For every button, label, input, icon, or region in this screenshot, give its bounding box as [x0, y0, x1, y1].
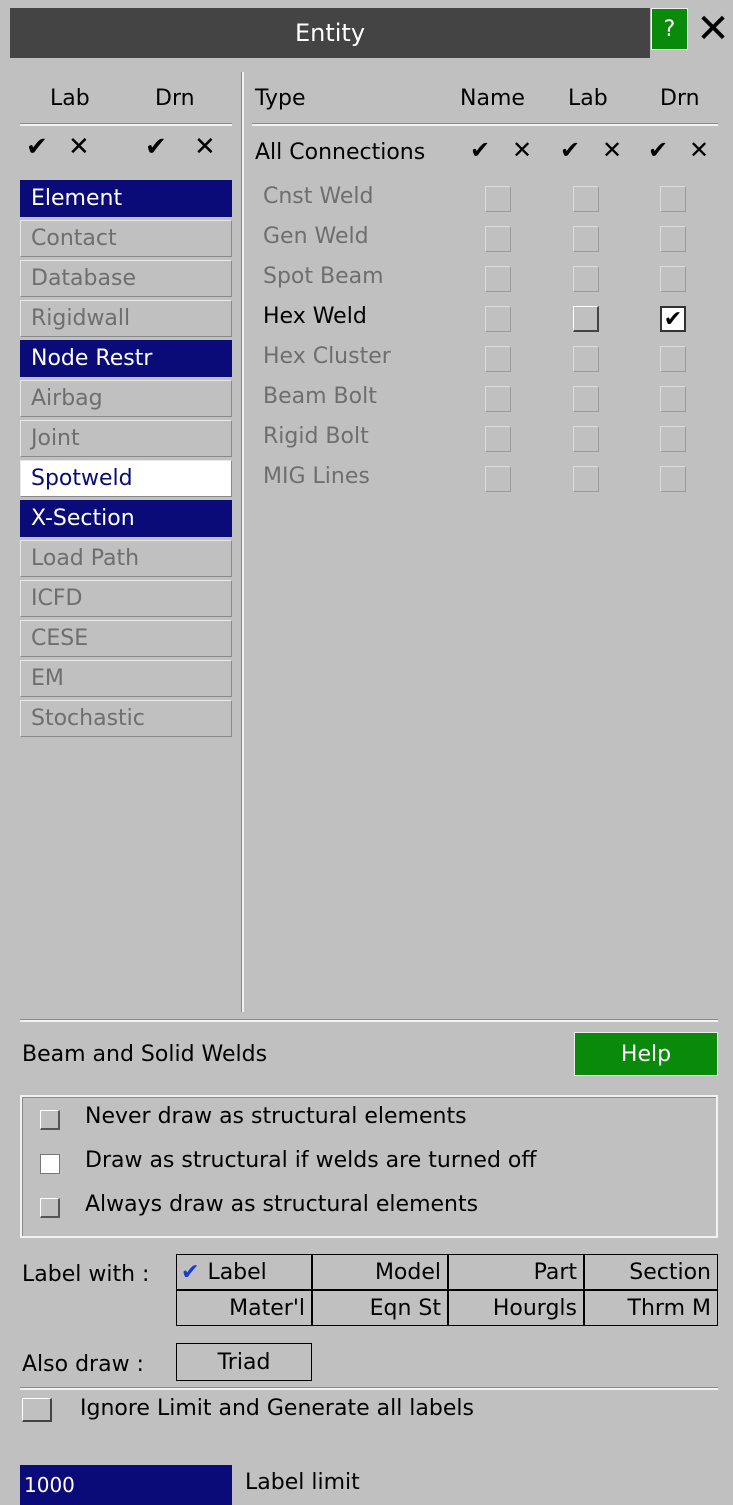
left-header-lab: Lab: [50, 86, 90, 111]
lab-tick-all-button[interactable]: ✔: [26, 132, 50, 162]
entity-item-database[interactable]: Database: [20, 260, 232, 297]
entity-item-element[interactable]: Element: [20, 180, 232, 217]
weld-option-label: Never draw as structural elements: [85, 1104, 467, 1129]
entity-item-rigidwall[interactable]: Rigidwall: [20, 300, 232, 337]
name-cross-all-button[interactable]: ✕: [512, 136, 534, 164]
left-header-divider: [20, 124, 232, 126]
connection-type-label: Spot Beam: [263, 264, 384, 289]
drn-checkbox[interactable]: [660, 266, 686, 292]
lab-checkbox[interactable]: [573, 266, 599, 292]
drn-checkbox[interactable]: [660, 186, 686, 212]
panel-divider: [242, 72, 244, 1012]
welds-section-title: Beam and Solid Welds: [22, 1042, 268, 1067]
name-checkbox[interactable]: [485, 386, 511, 412]
entity-item-x-section[interactable]: X-Section: [20, 500, 232, 537]
entity-item-spotweld[interactable]: Spotweld: [20, 460, 232, 497]
name-tick-all-button[interactable]: ✔: [470, 136, 492, 164]
weld-option-label: Always draw as structural elements: [85, 1192, 479, 1217]
name-checkbox[interactable]: [485, 226, 511, 252]
connection-type-label: Cnst Weld: [263, 184, 374, 209]
drn-checkbox[interactable]: [660, 386, 686, 412]
label-with-thrm-m-button[interactable]: Thrm M: [584, 1290, 718, 1326]
checkmark-icon: ✔: [181, 1259, 200, 1285]
label-with-mater-l-button[interactable]: Mater'l: [176, 1290, 312, 1326]
name-checkbox[interactable]: [485, 306, 511, 332]
entity-item-node-restr[interactable]: Node Restr: [20, 340, 232, 377]
col-header-name: Name: [460, 86, 525, 111]
name-checkbox[interactable]: [485, 466, 511, 492]
connection-type-label: Hex Cluster: [263, 344, 391, 369]
entity-item-icfd[interactable]: ICFD: [20, 580, 232, 617]
label-with-label-button[interactable]: ✔ Label: [176, 1254, 312, 1290]
col-header-drn: Drn: [660, 86, 700, 111]
lab-checkbox[interactable]: [573, 466, 599, 492]
weld-option-radio[interactable]: [40, 1110, 60, 1130]
entity-item-stochastic[interactable]: Stochastic: [20, 700, 232, 737]
bottom-divider: [20, 1020, 718, 1022]
lab-tick-all-connections-button[interactable]: ✔: [560, 136, 582, 164]
ignore-limit-label: Ignore Limit and Generate all labels: [80, 1396, 474, 1421]
weld-option-radio[interactable]: [40, 1198, 60, 1218]
label-with-eqn-st-button[interactable]: Eqn St: [312, 1290, 448, 1326]
entity-item-contact[interactable]: Contact: [20, 220, 232, 257]
drn-tick-all-connections-button[interactable]: ✔: [648, 136, 670, 164]
lab-checkbox[interactable]: [573, 346, 599, 372]
help-button[interactable]: Help: [574, 1032, 718, 1076]
drn-checkbox[interactable]: [660, 466, 686, 492]
label-with-part-button[interactable]: Part: [448, 1254, 584, 1290]
weld-option-radio[interactable]: [40, 1154, 60, 1174]
limit-divider: [20, 1388, 718, 1390]
col-header-lab: Lab: [568, 86, 608, 111]
entity-item-airbag[interactable]: Airbag: [20, 380, 232, 417]
name-checkbox[interactable]: [485, 426, 511, 452]
drn-checkbox[interactable]: ✔: [660, 306, 686, 332]
weld-option-label: Draw as structural if welds are turned o…: [85, 1148, 537, 1173]
entity-item-joint[interactable]: Joint: [20, 420, 232, 457]
entity-item-cese[interactable]: CESE: [20, 620, 232, 657]
window-title: Entity: [294, 19, 366, 47]
lab-checkbox[interactable]: [573, 306, 599, 332]
all-connections-label: All Connections: [255, 140, 426, 165]
lab-checkbox[interactable]: [573, 186, 599, 212]
drn-tick-all-button[interactable]: ✔: [145, 132, 169, 162]
name-checkbox[interactable]: [485, 186, 511, 212]
left-header-drn: Drn: [155, 86, 195, 111]
connection-type-label: Beam Bolt: [263, 384, 377, 409]
connection-type-label: MIG Lines: [263, 464, 370, 489]
label-with-label-text: Label: [207, 1259, 267, 1285]
connection-type-label: Hex Weld: [263, 304, 367, 329]
lab-checkbox[interactable]: [573, 426, 599, 452]
lab-cross-all-button[interactable]: ✕: [68, 132, 92, 162]
entity-item-em[interactable]: EM: [20, 660, 232, 697]
name-checkbox[interactable]: [485, 266, 511, 292]
col-header-type: Type: [255, 86, 306, 111]
connection-type-label: Rigid Bolt: [263, 424, 369, 449]
lab-cross-all-connections-button[interactable]: ✕: [602, 136, 624, 164]
help-question-icon[interactable]: ?: [651, 8, 688, 50]
triad-button[interactable]: Triad: [176, 1343, 312, 1381]
right-header-divider: [252, 124, 718, 126]
window-title-bar: Entity: [10, 8, 650, 58]
drn-checkbox[interactable]: [660, 346, 686, 372]
lab-checkbox[interactable]: [573, 386, 599, 412]
label-with-hourgls-button[interactable]: Hourgls: [448, 1290, 584, 1326]
entity-item-load-path[interactable]: Load Path: [20, 540, 232, 577]
lab-checkbox[interactable]: [573, 226, 599, 252]
name-checkbox[interactable]: [485, 346, 511, 372]
drn-cross-all-button[interactable]: ✕: [194, 132, 218, 162]
label-with-model-button[interactable]: Model: [312, 1254, 448, 1290]
connection-type-label: Gen Weld: [263, 224, 369, 249]
drn-cross-all-connections-button[interactable]: ✕: [689, 136, 711, 164]
also-draw-caption: Also draw :: [22, 1352, 144, 1377]
drn-checkbox[interactable]: [660, 426, 686, 452]
label-limit-caption: Label limit: [245, 1470, 360, 1495]
ignore-limit-checkbox[interactable]: [22, 1398, 52, 1422]
label-with-section-button[interactable]: Section: [584, 1254, 718, 1290]
drn-checkbox[interactable]: [660, 226, 686, 252]
label-with-caption: Label with :: [22, 1262, 150, 1287]
close-icon[interactable]: ✕: [694, 4, 732, 54]
label-limit-input[interactable]: 1000: [20, 1465, 232, 1505]
